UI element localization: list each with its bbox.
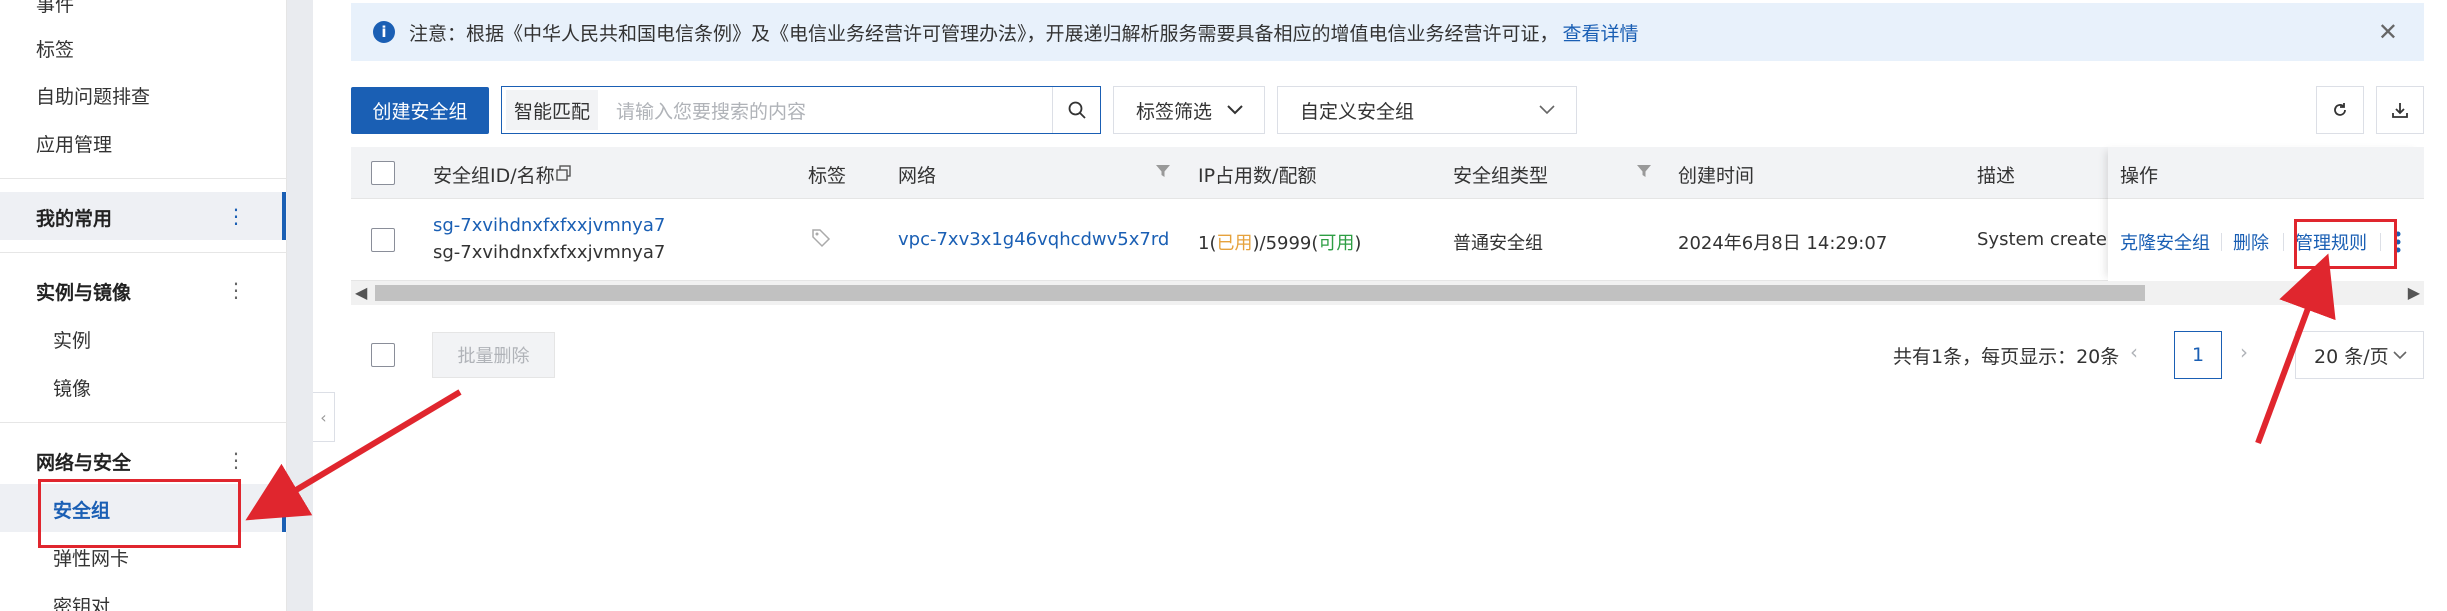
annotation-arrows — [245, 253, 2336, 521]
console-page: 事件 标签 自助问题排查 应用管理 我的常用 ⋮ 实例与镜像 ⋮ 实例 镜像 网… — [0, 0, 2447, 611]
arrow-to-security-group — [245, 389, 462, 521]
arrow-to-manage-rules — [2255, 253, 2336, 445]
